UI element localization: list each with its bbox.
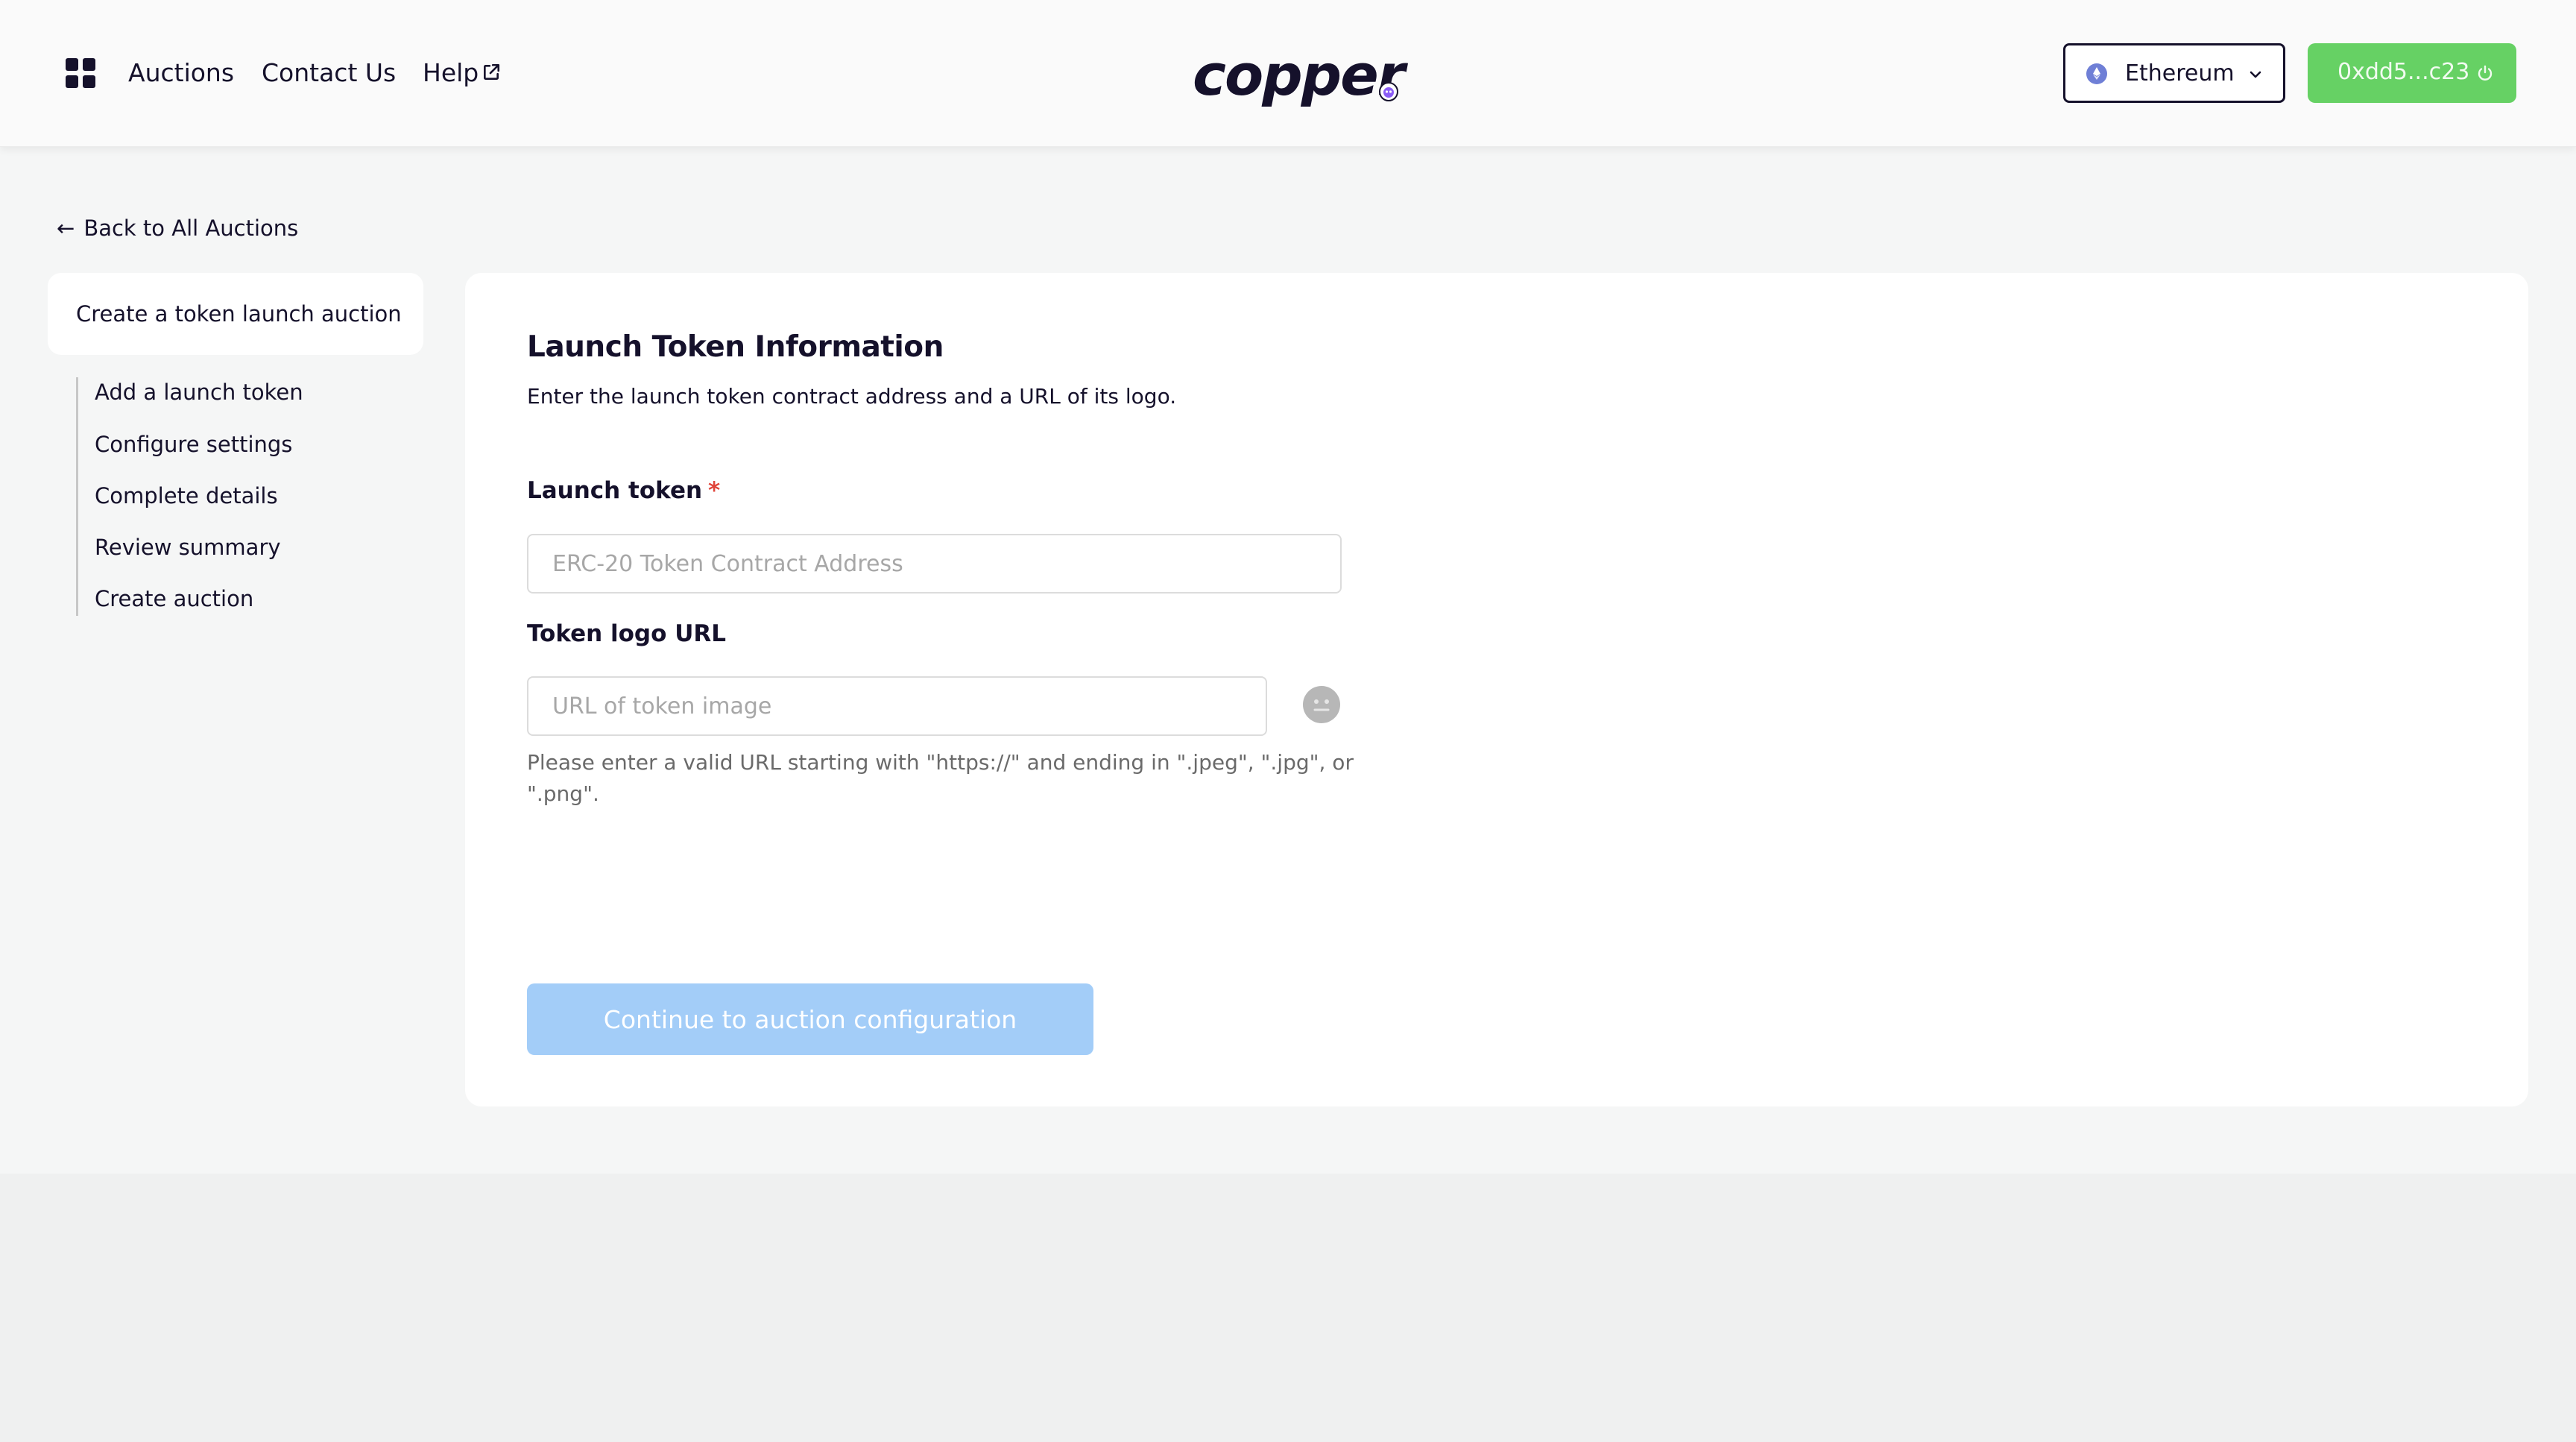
step-list: Add a launch token Configure settings Co… <box>76 377 391 616</box>
network-select[interactable]: Ethereum <box>2063 43 2285 103</box>
back-link-label: Back to All Auctions <box>83 215 299 241</box>
ethereum-icon <box>2086 63 2107 84</box>
wallet-address: 0xdd5...c23 <box>2337 59 2470 85</box>
chevron-down-icon <box>2250 71 2261 78</box>
power-icon <box>2478 65 2493 81</box>
nav-help[interactable]: Help <box>423 55 479 91</box>
sidebar-title: Create a token launch auction <box>76 301 402 327</box>
required-mark: * <box>708 477 721 504</box>
continue-button[interactable]: Continue to auction configuration <box>527 983 1093 1055</box>
page-title: Launch Token Information <box>527 330 944 364</box>
copper-logo[interactable]: copper <box>1193 42 1416 109</box>
step-item[interactable]: Add a launch token <box>95 377 303 407</box>
page-description: Enter the launch token contract address … <box>527 384 1177 409</box>
launch-token-input[interactable] <box>527 534 1342 594</box>
nav-contact-us[interactable]: Contact Us <box>262 55 396 91</box>
step-item[interactable]: Configure settings <box>95 429 292 459</box>
step-item[interactable]: Complete details <box>95 481 278 511</box>
external-link-icon <box>484 63 500 80</box>
sidebar-card: Create a token launch auction <box>48 273 423 355</box>
grid-icon[interactable] <box>66 58 95 88</box>
nav-auctions[interactable]: Auctions <box>128 55 234 91</box>
arrow-left-icon: ← <box>57 215 75 241</box>
token-logo-input[interactable] <box>527 676 1267 736</box>
token-preview-icon <box>1303 686 1340 723</box>
top-header: Auctions Contact Us Help copper Ethereum… <box>0 0 2576 147</box>
wallet-button[interactable]: 0xdd5...c23 <box>2308 43 2516 103</box>
step-item[interactable]: Review summary <box>95 532 281 562</box>
page-footer <box>0 1174 2576 1442</box>
step-item[interactable]: Create auction <box>95 584 253 614</box>
network-label: Ethereum <box>2125 60 2235 86</box>
token-logo-label: Token logo URL <box>527 620 726 647</box>
launch-token-label: Launch token * <box>527 477 721 504</box>
logo-badge-icon <box>1379 82 1398 101</box>
token-logo-help-text: Please enter a valid URL starting with "… <box>527 750 1354 806</box>
back-to-auctions-link[interactable]: ← Back to All Auctions <box>57 213 298 243</box>
logo-wordmark: copper <box>1193 42 1405 108</box>
launch-token-card: Launch Token Information Enter the launc… <box>465 273 2528 1106</box>
